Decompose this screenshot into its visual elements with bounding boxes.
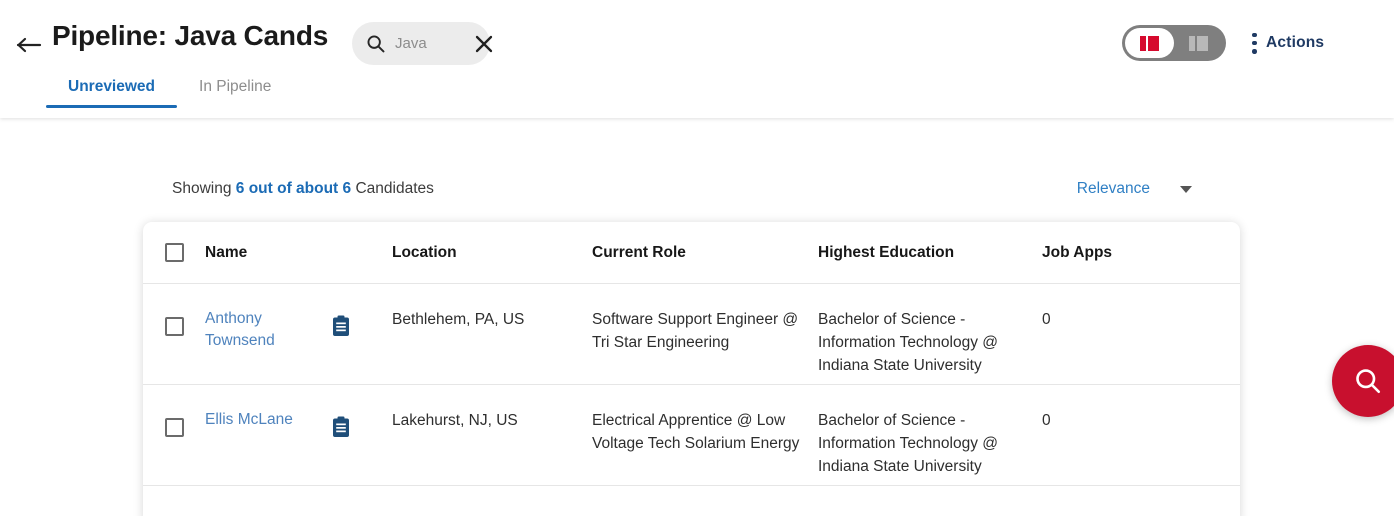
select-all-checkbox[interactable] (164, 243, 184, 262)
chevron-down-icon (1180, 185, 1192, 193)
location-text: Lakehurst, NJ, US (392, 412, 518, 429)
back-arrow-icon[interactable] (12, 28, 46, 62)
current-role-text: Software Support Engineer @ Tri Star Eng… (592, 311, 799, 351)
highest-education-cell: Bachelor of Science - Information Techno… (818, 385, 1042, 478)
job-apps-text: 0 (1042, 311, 1051, 328)
candidates-table: Name Location Current Role Highest Educa… (143, 222, 1240, 516)
table-header-row: Name Location Current Role Highest Educa… (143, 222, 1240, 284)
showing-prefix: Showing (172, 180, 236, 197)
list-view-icon[interactable] (1174, 28, 1223, 58)
current-role-cell: Software Support Engineer @ Tri Star Eng… (592, 284, 818, 354)
candidate-name-link[interactable]: Ellis McLane (205, 411, 293, 428)
showing-count: 6 out of about 6 (235, 180, 352, 197)
search-term-text: Java (395, 35, 427, 52)
highest-education-cell: Bachelor of Science - Information Techno… (818, 284, 1042, 377)
job-apps-cell: 0 (1042, 284, 1202, 331)
row-select-cell (143, 284, 205, 336)
column-header-job-apps[interactable]: Job Apps (1042, 244, 1202, 262)
resume-document-icon[interactable] (332, 416, 350, 443)
current-role-cell: Electrical Apprentice @ Low Voltage Tech… (592, 385, 818, 455)
row-select-cell (143, 385, 205, 437)
sort-value: Relevance (1076, 180, 1150, 197)
table-row[interactable]: Anthony Townsend Bethlehem, PA, US Softw… (143, 284, 1240, 385)
row-checkbox[interactable] (164, 418, 184, 437)
select-all-cell (143, 243, 205, 262)
content-area: Showing 6 out of about 6 Candidates Rele… (0, 118, 1394, 516)
current-role-text: Electrical Apprentice @ Low Voltage Tech… (592, 412, 800, 452)
resume-cell (332, 385, 392, 443)
location-cell: Lakehurst, NJ, US (392, 385, 592, 432)
sort-dropdown[interactable]: Relevance (1077, 180, 1192, 198)
page-header: Pipeline: Java Cands Java Actions Unrevi… (0, 0, 1394, 118)
location-text: Bethlehem, PA, US (392, 311, 525, 328)
column-header-name[interactable]: Name (205, 244, 332, 262)
table-row[interactable]: Ellis McLane Lakehurst, NJ, US Electrica… (143, 385, 1240, 486)
search-icon (366, 34, 385, 53)
highest-education-text: Bachelor of Science - Information Techno… (818, 311, 999, 374)
page-title: Pipeline: Java Cands (52, 20, 329, 51)
floating-search-button[interactable] (1332, 345, 1394, 417)
actions-label: Actions (1266, 34, 1325, 51)
clear-search-icon[interactable] (470, 30, 498, 58)
tab-in-pipeline[interactable]: In Pipeline (177, 78, 293, 108)
column-header-current-role[interactable]: Current Role (592, 244, 818, 262)
column-header-location[interactable]: Location (392, 244, 592, 262)
row-checkbox[interactable] (164, 317, 184, 336)
location-cell: Bethlehem, PA, US (392, 284, 592, 331)
list-toolbar: Showing 6 out of about 6 Candidates Rele… (172, 180, 1192, 198)
grid-view-icon[interactable] (1125, 28, 1174, 58)
candidate-name-link[interactable]: Anthony Townsend (205, 310, 275, 349)
resume-document-icon[interactable] (332, 315, 350, 342)
resume-cell (332, 284, 392, 342)
candidate-name-cell: Anthony Townsend (205, 284, 332, 352)
search-icon (1356, 369, 1381, 394)
column-header-highest-education[interactable]: Highest Education (818, 244, 1042, 262)
job-apps-cell: 0 (1042, 385, 1202, 432)
showing-suffix: Candidates (351, 180, 434, 197)
kebab-menu-icon (1252, 32, 1257, 54)
tab-unreviewed[interactable]: Unreviewed (46, 78, 178, 108)
actions-button[interactable]: Actions (1252, 28, 1324, 58)
tab-bar: Unreviewed In Pipeline (46, 78, 293, 108)
candidate-name-cell: Ellis McLane (205, 385, 332, 431)
candidate-pipeline-page: Pipeline: Java Cands Java Actions Unrevi… (0, 0, 1394, 516)
highest-education-text: Bachelor of Science - Information Techno… (818, 412, 999, 475)
job-apps-text: 0 (1042, 412, 1051, 429)
results-count-text: Showing 6 out of about 6 Candidates (172, 180, 434, 198)
view-mode-toggle[interactable] (1122, 25, 1226, 61)
table-row-partial[interactable] (143, 486, 1240, 516)
